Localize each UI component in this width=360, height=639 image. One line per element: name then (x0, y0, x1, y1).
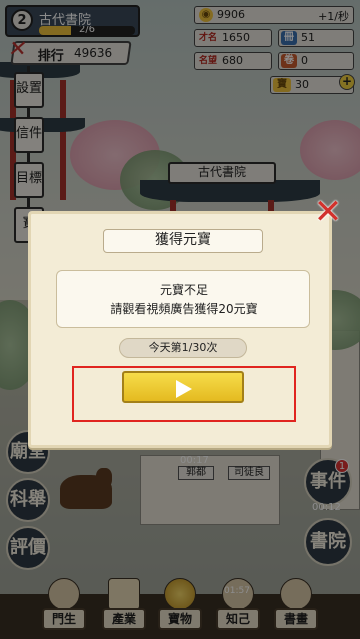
message-line-2: 請觀看視頻廣告獲得20元寶 (110, 302, 258, 316)
play-icon (176, 380, 192, 398)
message-box: 元寶不足 請觀看視頻廣告獲得20元寶 (56, 270, 310, 328)
message-line-1: 元寶不足 (159, 283, 208, 297)
close-icon[interactable]: ✕ (308, 195, 348, 230)
watch-video-button[interactable] (122, 371, 244, 403)
get-ingot-dialog: 獲得元寶 元寶不足 請觀看視頻廣告獲得20元寶 今天第1/30次 (28, 211, 332, 448)
daily-count: 今天第1/30次 (119, 338, 247, 358)
dialog-title: 獲得元寶 (103, 229, 263, 253)
